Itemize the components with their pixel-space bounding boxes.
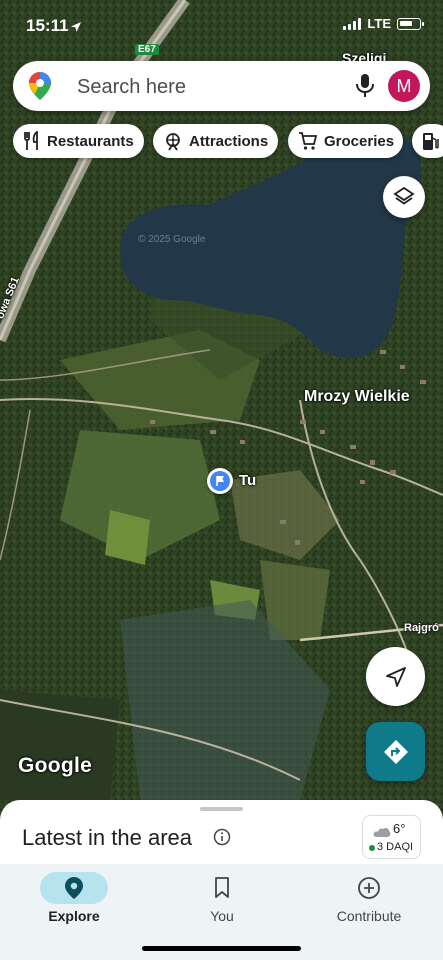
status-bar: 15:11 LTE (0, 0, 443, 52)
place-pin-label[interactable]: Tu (239, 472, 256, 489)
nav-explore[interactable]: Explore (0, 864, 148, 934)
chip-groceries-label: Groceries (324, 132, 395, 150)
nav-contribute[interactable]: Contribute (295, 864, 443, 934)
network-type: LTE (367, 16, 391, 31)
layers-button[interactable] (383, 176, 425, 218)
search-bar[interactable] (13, 61, 430, 111)
weather-badge[interactable]: 6° 3 DAQI (362, 815, 421, 859)
directions-button[interactable] (366, 722, 425, 781)
nav-you[interactable]: You (148, 864, 296, 934)
attraction-icon (166, 133, 180, 151)
nav-explore-label: Explore (48, 908, 100, 924)
google-maps-pin-icon (29, 72, 51, 105)
info-icon[interactable] (213, 828, 231, 851)
gas-station-icon (423, 133, 439, 150)
search-input[interactable] (75, 71, 339, 103)
fork-knife-icon (24, 131, 38, 150)
bottom-sheet[interactable]: Latest in the area 6° 3 DAQI (0, 800, 443, 870)
nav-you-label: You (210, 908, 234, 924)
chip-gas[interactable] (412, 124, 443, 158)
battery-icon (397, 17, 424, 30)
flag-icon (210, 471, 230, 491)
status-time: 15:11 (26, 16, 69, 35)
google-logo: Google (18, 754, 93, 777)
location-arrow-icon (70, 18, 82, 38)
place-pin[interactable] (207, 468, 233, 494)
navigation-arrow-icon (385, 666, 406, 687)
my-location-button[interactable] (366, 647, 425, 706)
air-quality-index: 3 DAQI (377, 841, 414, 853)
signal-icon (343, 17, 362, 30)
map-watermark: © 2025 Google (138, 234, 206, 245)
layers-icon (393, 186, 415, 205)
microphone-icon[interactable] (354, 73, 376, 104)
nav-contribute-label: Contribute (336, 908, 402, 924)
weather-temperature: 6° (393, 821, 406, 836)
map-label-town[interactable]: Mrozy Wielkie (304, 388, 410, 406)
sheet-drag-handle[interactable] (200, 807, 243, 811)
chip-restaurants[interactable]: Restaurants (13, 124, 144, 158)
sheet-title: Latest in the area (22, 825, 193, 850)
cart-icon (299, 132, 318, 150)
bookmark-icon (188, 872, 256, 904)
plus-circle-icon (335, 872, 403, 904)
chip-attractions-label: Attractions (189, 132, 269, 150)
aqi-status-dot (369, 845, 375, 851)
cloud-icon (373, 824, 391, 842)
chip-restaurants-label: Restaurants (47, 132, 134, 150)
directions-icon (383, 739, 408, 764)
home-indicator[interactable] (142, 946, 301, 951)
account-avatar[interactable]: M (388, 70, 420, 102)
explore-pin-icon (40, 872, 108, 904)
chip-groceries[interactable]: Groceries (288, 124, 403, 158)
chip-attractions[interactable]: Attractions (153, 124, 278, 158)
road-label-right: Rajgró (404, 622, 439, 634)
